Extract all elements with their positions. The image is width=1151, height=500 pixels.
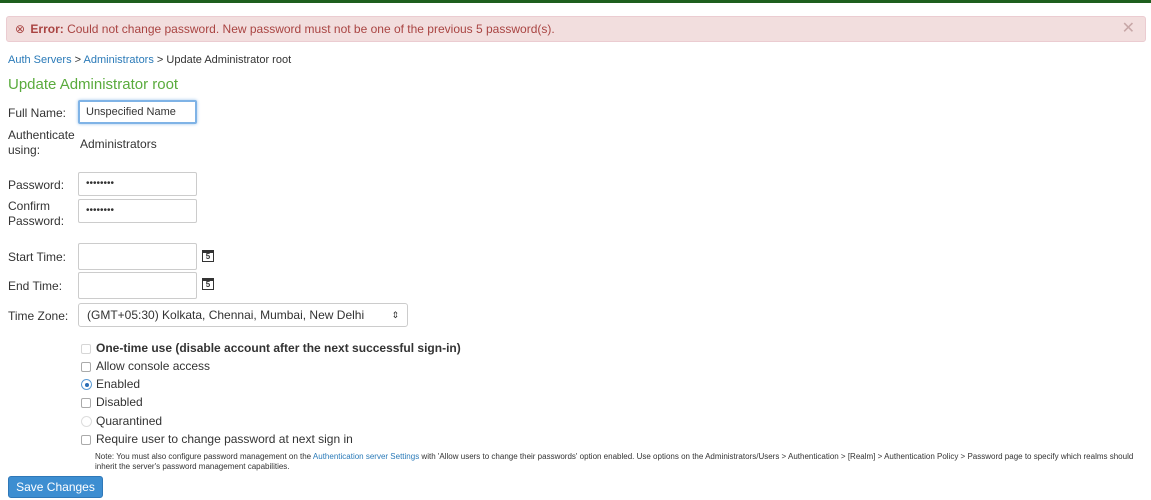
confirm-password-input[interactable]: •••••••• — [78, 199, 197, 223]
allow-console-label: Allow console access — [96, 359, 211, 373]
breadcrumb-current: Update Administrator root — [166, 54, 292, 66]
select-arrows-icon: ⇕ — [391, 310, 399, 320]
close-icon[interactable]: ✕ — [1122, 17, 1135, 41]
calendar-icon[interactable]: 5 — [202, 278, 214, 290]
enabled-radio[interactable] — [81, 379, 92, 391]
password-input[interactable]: •••••••• — [78, 172, 197, 196]
end-time-input[interactable] — [78, 272, 197, 299]
disabled-option[interactable]: Disabled — [81, 394, 143, 410]
require-change-option[interactable]: Require user to change password at next … — [81, 431, 353, 447]
auth-server-settings-link[interactable]: Authentication server Settings — [313, 452, 419, 461]
full-name-label: Full Name: — [8, 106, 67, 120]
one-time-use-label: One-time use (disable account after the … — [96, 341, 461, 355]
breadcrumb: Auth Servers > Administrators > Update A… — [8, 54, 291, 66]
start-time-input[interactable] — [78, 243, 197, 270]
page-title: Update Administrator root — [8, 76, 179, 93]
authenticate-label: Authenticate using: — [8, 128, 75, 158]
calendar-icon[interactable]: 5 — [202, 250, 214, 262]
one-time-use-checkbox[interactable] — [81, 343, 91, 354]
require-change-checkbox[interactable] — [81, 434, 91, 445]
disabled-label: Disabled — [96, 395, 143, 409]
time-zone-selected: (GMT+05:30) Kolkata, Chennai, Mumbai, Ne… — [87, 308, 365, 322]
one-time-use-option[interactable]: One-time use (disable account after the … — [81, 340, 461, 356]
allow-console-option[interactable]: Allow console access — [81, 358, 210, 374]
error-message: Could not change password. New password … — [67, 22, 555, 36]
time-zone-select[interactable]: (GMT+05:30) Kolkata, Chennai, Mumbai, Ne… — [78, 303, 408, 327]
password-label: Password: — [8, 178, 65, 192]
confirm-password-label-line2: Password: — [8, 214, 65, 228]
confirm-password-label-line1: Confirm — [8, 199, 51, 213]
enabled-label: Enabled — [96, 377, 141, 391]
breadcrumb-administrators[interactable]: Administrators — [84, 54, 154, 66]
disabled-checkbox[interactable] — [81, 397, 91, 408]
save-changes-button[interactable]: Save Changes — [8, 476, 103, 498]
confirm-password-label: Confirm Password: — [8, 199, 64, 229]
error-alert: ⊗ Error: Could not change password. New … — [6, 16, 1146, 42]
allow-console-checkbox[interactable] — [81, 361, 91, 372]
top-border — [0, 0, 1151, 3]
end-time-label: End Time: — [8, 279, 63, 293]
password-management-note: Note: You must also configure password m… — [95, 452, 1145, 472]
breadcrumb-separator: > — [156, 54, 164, 66]
enabled-option[interactable]: Enabled — [81, 376, 140, 392]
start-time-label: Start Time: — [8, 250, 67, 264]
authenticate-label-line2: using: — [8, 143, 41, 157]
time-zone-label: Time Zone: — [8, 309, 69, 323]
quarantined-label: Quarantined — [96, 414, 163, 428]
error-prefix: Error: — [30, 22, 64, 36]
require-change-label: Require user to change password at next … — [96, 432, 353, 446]
quarantined-option[interactable]: Quarantined — [81, 413, 162, 429]
breadcrumb-separator: > — [74, 54, 82, 66]
quarantined-radio[interactable] — [81, 416, 92, 428]
error-circle-icon: ⊗ — [15, 22, 26, 36]
authenticate-label-line1: Authenticate — [8, 128, 75, 142]
note-text-start: Note: You must also configure password m… — [95, 452, 313, 461]
authenticate-value: Administrators — [80, 137, 157, 151]
full-name-input[interactable]: Unspecified Name — [78, 100, 197, 124]
breadcrumb-auth-servers[interactable]: Auth Servers — [8, 54, 72, 66]
